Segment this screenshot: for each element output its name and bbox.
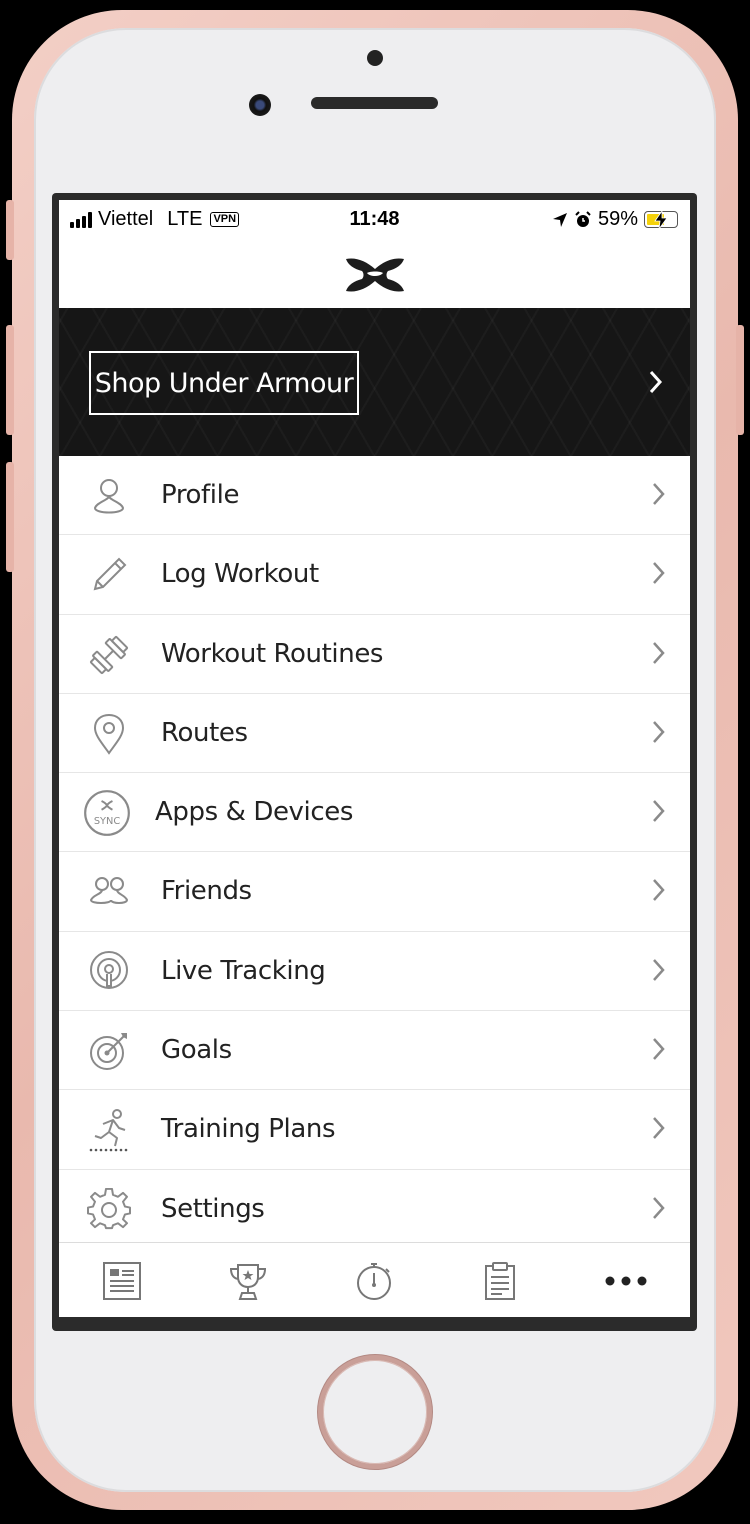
chevron-right-icon (653, 879, 665, 902)
pencil-icon (93, 557, 127, 591)
record-tab[interactable] (311, 1243, 437, 1317)
home-button[interactable] (318, 1355, 432, 1469)
trophy-icon (229, 1263, 267, 1300)
challenges-tab[interactable] (185, 1243, 311, 1317)
screen-bezel: Viettel LTE VPN 11:48 59% Shop Under Arm… (52, 193, 697, 1331)
menu-item-workout-routines[interactable]: Workout Routines (59, 615, 690, 694)
feed-tab[interactable] (59, 1243, 185, 1317)
menu-item-training-plans[interactable]: Training Plans (59, 1090, 690, 1170)
alarm-icon (575, 210, 591, 227)
menu-item-log-workout[interactable]: Log Workout (59, 535, 690, 615)
volume-up-button (6, 325, 14, 435)
battery-icon (644, 211, 678, 229)
menu-item-live-tracking[interactable]: Live Tracking (59, 932, 690, 1012)
tab-bar (59, 1242, 690, 1317)
gear-icon (87, 1187, 131, 1229)
menu-item-routes[interactable]: Routes (59, 694, 690, 774)
menu-item-label: Profile (161, 480, 240, 510)
chevron-right-icon (653, 641, 665, 664)
location-arrow-icon (552, 212, 567, 227)
chevron-right-icon (653, 1196, 665, 1219)
battery-percent: 59% (597, 208, 638, 230)
menu-item-apps-devices[interactable]: SYNC Apps & Devices (59, 773, 690, 853)
under-armour-logo (345, 258, 404, 292)
menu-item-label: Routes (161, 717, 248, 748)
menu-item-profile[interactable]: Profile (59, 456, 690, 536)
shop-under-armour-button[interactable]: Shop Under Armour (89, 351, 359, 415)
menu-item-friends[interactable]: Friends (59, 852, 690, 932)
map-pin-icon (93, 713, 125, 755)
dumbbell-icon (90, 635, 128, 674)
menu-item-label: Settings (161, 1193, 265, 1224)
menu-item-label: Goals (161, 1035, 232, 1066)
person-icon (93, 479, 125, 514)
header (59, 242, 690, 308)
menu-list: Profile Log Workout Workout Routines Rou… (59, 456, 690, 1249)
menu-item-goals[interactable]: Goals (59, 1011, 690, 1091)
clipboard-icon (485, 1261, 515, 1300)
chevron-right-icon (653, 1117, 665, 1140)
menu-item-label: Live Tracking (161, 955, 326, 986)
more-icon (605, 1276, 647, 1285)
status-bar: Viettel LTE VPN 11:48 59% (59, 200, 690, 242)
menu-item-label: Training Plans (161, 1114, 336, 1145)
chevron-right-icon (653, 483, 665, 505)
target-icon (90, 1033, 127, 1071)
chevron-right-icon (649, 370, 663, 394)
menu-item-label: Workout Routines (161, 638, 384, 669)
menu-item-label: Log Workout (161, 559, 319, 590)
chevron-right-icon (653, 562, 665, 585)
shop-banner[interactable]: Shop Under Armour (59, 308, 690, 456)
live-tracking-icon (90, 950, 128, 989)
plans-tab[interactable] (437, 1243, 563, 1317)
power-button (736, 325, 744, 435)
feed-icon (103, 1261, 141, 1300)
chevron-right-icon (653, 800, 665, 823)
sync-icon: SYNC (84, 790, 130, 837)
front-camera (249, 94, 271, 116)
menu-item-label: Friends (161, 876, 252, 907)
menu-item-label: Apps & Devices (155, 797, 354, 828)
proximity-sensor (367, 50, 383, 66)
sync-icon-text: SYNC (94, 816, 121, 827)
earpiece-speaker (311, 97, 438, 109)
volume-down-button (6, 462, 14, 572)
runner-icon (89, 1109, 128, 1152)
more-tab[interactable] (563, 1243, 689, 1317)
friends-icon (89, 877, 129, 905)
chevron-right-icon (653, 958, 665, 981)
app-screen: Viettel LTE VPN 11:48 59% Shop Under Arm… (59, 200, 690, 1317)
chevron-right-icon (653, 721, 665, 743)
stopwatch-icon (357, 1262, 391, 1300)
menu-item-settings[interactable]: Settings (59, 1170, 690, 1249)
mute-switch (6, 200, 14, 260)
chevron-right-icon (653, 1038, 665, 1060)
